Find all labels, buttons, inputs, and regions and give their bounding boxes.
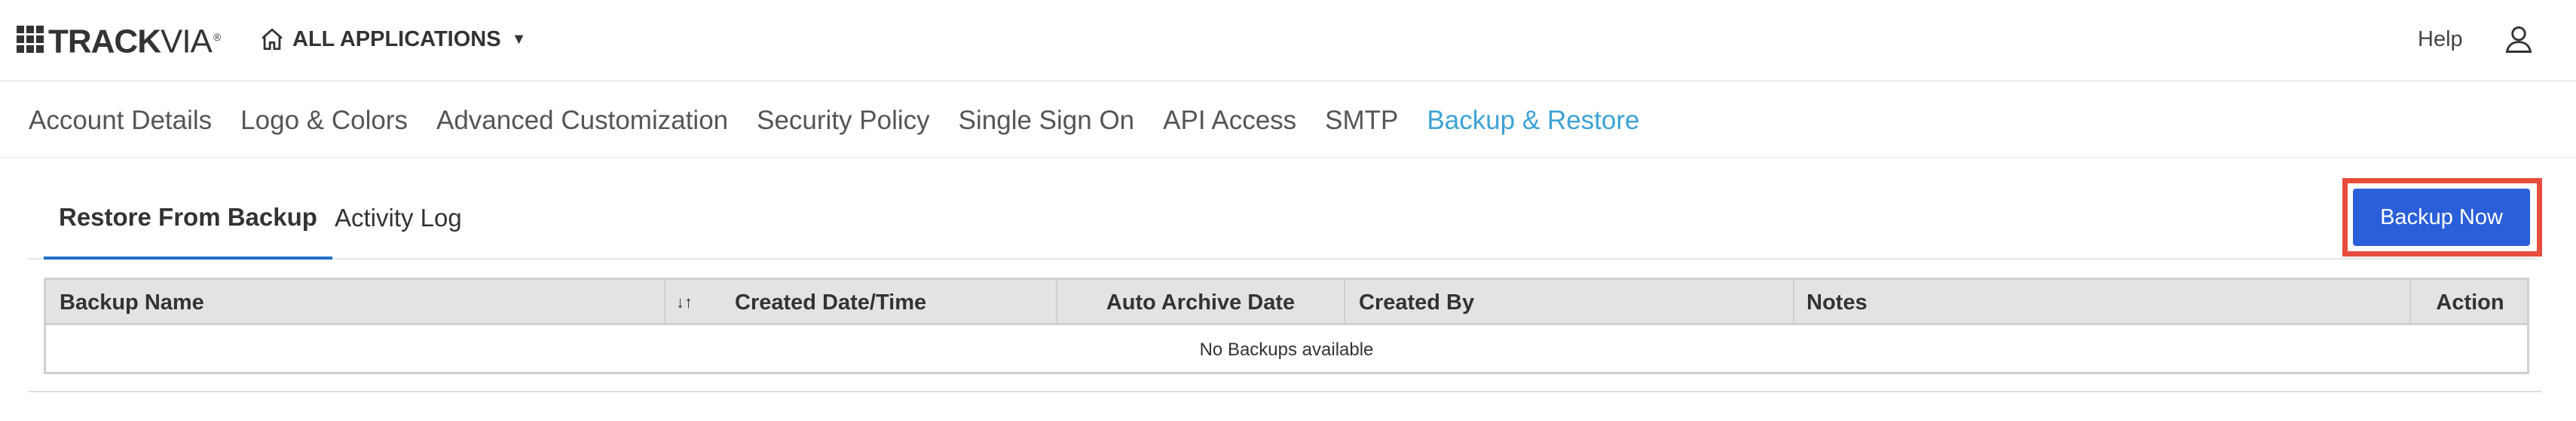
help-link[interactable]: Help [2418,24,2463,54]
logo-trademark: ® [213,30,221,43]
nav-account-details[interactable]: Account Details [29,106,212,136]
home-icon [262,28,283,51]
top-header: TRACKVIA ® ALL APPLICATIONS ▼ Help [0,0,2576,81]
user-icon[interactable] [2502,23,2535,56]
nav-single-sign-on[interactable]: Single Sign On [959,106,1134,136]
logo-text: TRACKVIA ® [48,20,221,60]
nav-security-policy[interactable]: Security Policy [757,106,930,136]
table-header: Backup Name ↓↑ Created Date/Time Auto Ar… [46,280,2527,325]
tab-restore-from-backup[interactable]: Restore From Backup [44,178,332,260]
tab-activity-log[interactable]: Activity Log [320,178,477,258]
all-applications-menu[interactable]: ALL APPLICATIONS ▼ [259,23,526,56]
all-applications-label: ALL APPLICATIONS [292,26,501,51]
settings-nav: Account Details Logo & Colors Advanced C… [0,83,2576,158]
nav-api-access[interactable]: API Access [1163,106,1296,136]
sort-icon[interactable]: ↓↑ [676,293,693,312]
empty-table-message: No Backups available [1199,339,1374,360]
column-header-created-date[interactable]: ↓↑ Created Date/Time [665,280,1057,325]
settings-nav-list: Account Details Logo & Colors Advanced C… [29,106,1640,136]
nav-smtp[interactable]: SMTP [1325,106,1398,136]
nav-backup-restore[interactable]: Backup & Restore [1427,106,1639,136]
nav-advanced-customization[interactable]: Advanced Customization [436,106,728,136]
backups-table: Backup Name ↓↑ Created Date/Time Auto Ar… [44,278,2529,374]
chevron-down-icon: ▼ [511,30,527,48]
logo-grid-icon [17,26,44,53]
column-header-notes[interactable]: Notes [1794,280,2411,325]
column-header-action: Action [2436,290,2504,315]
logo-text-bold: TRACK [48,23,161,60]
column-header-created-date-label: Created Date/Time [735,290,927,315]
backup-subtabs: Restore From Backup Activity Log [27,178,2537,260]
column-header-auto-archive-date[interactable]: Auto Archive Date [1057,280,1345,325]
nav-logo-colors[interactable]: Logo & Colors [240,106,408,136]
logo-text-light: VIA [160,23,213,60]
backup-now-button[interactable]: Backup Now [2353,189,2530,246]
column-header-backup-name[interactable]: Backup Name [46,280,665,325]
trackvia-logo[interactable]: TRACKVIA ® [17,20,221,60]
divider [29,391,2541,392]
column-header-created-by[interactable]: Created By [1345,280,1794,325]
